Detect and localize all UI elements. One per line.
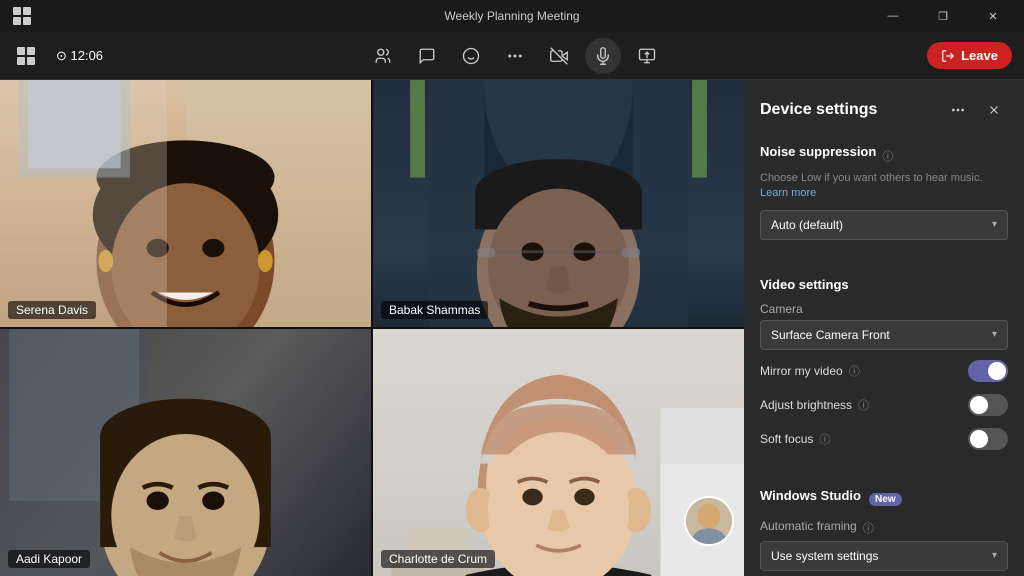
windows-studio-title: Windows Studio	[760, 488, 861, 503]
automatic-framing-info-icon[interactable]: ⓘ	[863, 520, 874, 536]
video-settings-section: Video settings Camera Surface Camera Fro…	[744, 264, 1024, 468]
noise-suppression-info-icon[interactable]: ⓘ	[882, 148, 893, 164]
device-settings-panel: Device settings Noise suppression ⓘ	[744, 80, 1024, 576]
mirror-video-row: Mirror my video ⓘ	[760, 354, 1008, 388]
toolbar-center	[365, 38, 665, 74]
minimize-button[interactable]: —	[870, 0, 916, 32]
mirror-video-label: Mirror my video ⓘ	[760, 363, 860, 379]
toolbar: ⊙ 12:06	[0, 32, 1024, 80]
video-settings-title: Video settings	[760, 277, 849, 292]
automatic-framing-label: Automatic framing	[760, 519, 857, 533]
toolbar-left: ⊙ 12:06	[12, 42, 103, 70]
react-icon-button[interactable]	[453, 38, 489, 74]
soft-focus-label: Soft focus ⓘ	[760, 431, 830, 447]
more-options-button[interactable]	[497, 38, 533, 74]
maximize-button[interactable]: ❐	[920, 0, 966, 32]
mirror-video-toggle[interactable]	[968, 360, 1008, 382]
video-tile-babak: Babak Shammas	[373, 80, 744, 327]
share-screen-button[interactable]	[629, 38, 665, 74]
soft-focus-info-icon[interactable]: ⓘ	[819, 431, 830, 447]
learn-more-link[interactable]: Learn more	[760, 187, 816, 199]
self-view-avatar	[684, 496, 734, 546]
video-grid: Serena Davis	[0, 80, 744, 576]
camera-chevron-icon: ▾	[992, 329, 997, 340]
noise-suppression-desc: Choose Low if you want others to hear mu…	[760, 171, 1008, 202]
automatic-framing-dropdown[interactable]: Use system settings ▾	[760, 541, 1008, 571]
noise-suppression-dropdown[interactable]: Auto (default) ▾	[760, 210, 1008, 240]
camera-label: Camera	[760, 302, 1008, 316]
adjust-brightness-row: Adjust brightness ⓘ	[760, 388, 1008, 422]
framing-chevron-icon: ▾	[992, 550, 997, 561]
video-tile-aadi: Aadi Kapoor	[0, 329, 371, 576]
toolbar-right: Leave	[927, 42, 1012, 69]
main-content: Serena Davis	[0, 80, 1024, 576]
camera-dropdown[interactable]: Surface Camera Front ▾	[760, 320, 1008, 350]
soft-focus-row: Soft focus ⓘ	[760, 422, 1008, 456]
participant-name-babak: Babak Shammas	[381, 301, 488, 319]
adjust-brightness-toggle[interactable]	[968, 394, 1008, 416]
participant-name-serena: Serena Davis	[8, 301, 96, 319]
leave-button[interactable]: Leave	[927, 42, 1012, 69]
brightness-info-icon[interactable]: ⓘ	[858, 397, 869, 413]
noise-suppression-section: Noise suppression ⓘ Choose Low if you wa…	[744, 132, 1024, 256]
camera-toggle-button[interactable]	[541, 38, 577, 74]
panel-close-button[interactable]	[980, 96, 1008, 124]
soft-focus-toggle[interactable]	[968, 428, 1008, 450]
app-grid-icon[interactable]	[8, 2, 36, 30]
panel-header: Device settings	[744, 80, 1024, 132]
mirror-info-icon[interactable]: ⓘ	[849, 363, 860, 379]
panel-title: Device settings	[760, 101, 877, 119]
close-button[interactable]: ✕	[970, 0, 1016, 32]
panel-header-icons	[944, 96, 1008, 124]
microphone-button[interactable]	[585, 38, 621, 74]
new-badge: New	[869, 493, 902, 506]
window-controls: — ❐ ✕	[870, 0, 1016, 32]
apps-icon[interactable]	[12, 42, 40, 70]
video-tile-serena: Serena Davis	[0, 80, 371, 327]
chat-icon-button[interactable]	[409, 38, 445, 74]
noise-suppression-title: Noise suppression	[760, 144, 876, 159]
participant-name-charlotte: Charlotte de Crum	[381, 550, 495, 568]
people-icon-button[interactable]	[365, 38, 401, 74]
title-bar: Weekly Planning Meeting — ❐ ✕	[0, 0, 1024, 32]
adjust-brightness-label: Adjust brightness ⓘ	[760, 397, 869, 413]
windows-studio-section: Windows Studio New Automatic framing ⓘ U…	[744, 476, 1024, 576]
participant-name-aadi: Aadi Kapoor	[8, 550, 90, 568]
panel-more-options-button[interactable]	[944, 96, 972, 124]
video-tile-charlotte: Charlotte de Crum	[373, 329, 744, 576]
window-title: Weekly Planning Meeting	[444, 9, 579, 23]
chevron-down-icon: ▾	[992, 219, 997, 230]
time-display: ⊙ 12:06	[56, 48, 103, 64]
title-bar-left	[8, 2, 36, 30]
windows-studio-header: Windows Studio New	[760, 488, 1008, 511]
